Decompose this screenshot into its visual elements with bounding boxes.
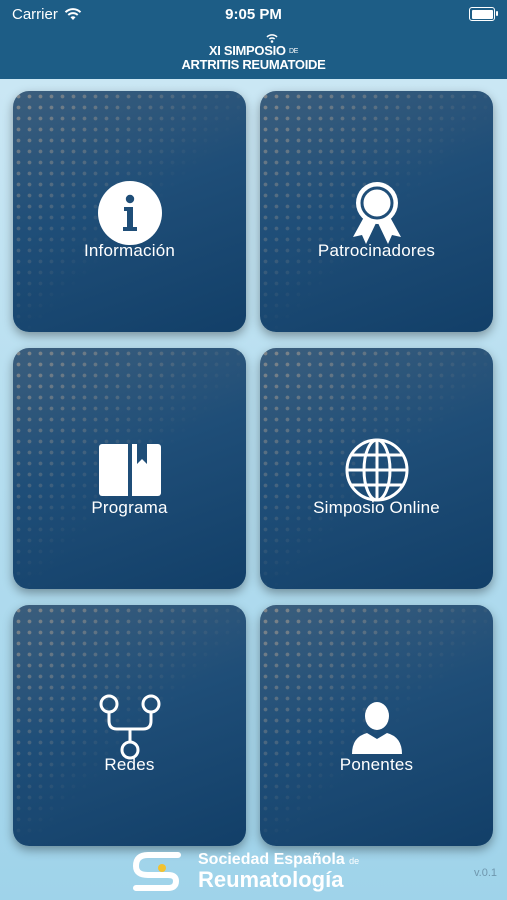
version-label: v.0.1 <box>473 867 497 879</box>
header-title-line2: ARTRITIS REUMATOIDE <box>181 57 326 72</box>
person-icon <box>351 702 402 754</box>
header-title-text: XI SIMPOSIO <box>208 43 286 58</box>
info-icon <box>97 181 162 245</box>
ser-logo-icon <box>132 852 181 891</box>
tile-label: Ponentes <box>339 755 414 774</box>
footer: Sociedad Española de Reumatología v.0.1 <box>0 845 507 900</box>
tile-label: Patrocinadores <box>317 241 436 260</box>
app-header: XI SIMPOSIO DE ARTRITIS REUMATOIDE <box>0 30 507 79</box>
network-icon <box>99 694 160 760</box>
tile-redes[interactable]: Redes <box>13 605 246 846</box>
battery-icon <box>469 7 498 21</box>
header-title-suffix: DE <box>289 48 299 56</box>
status-bar: Carrier 9:05 PM <box>0 0 507 30</box>
header-title-line1: XI SIMPOSIO DE <box>0 43 507 58</box>
org-name-line2: Reumatología <box>198 867 344 892</box>
clock: 9:05 PM <box>225 6 282 23</box>
tile-programa[interactable]: Programa <box>13 348 246 589</box>
tile-ponentes[interactable]: Ponentes <box>260 605 493 846</box>
globe-icon <box>345 438 408 502</box>
award-ribbon-icon <box>352 182 401 244</box>
tile-simposio-online[interactable]: Simposio Online <box>260 348 493 589</box>
org-name-suffix: de <box>349 856 360 866</box>
org-name-text: Sociedad Española <box>198 851 345 868</box>
book-icon <box>98 444 161 496</box>
tile-label: Programa <box>91 498 168 517</box>
tile-label: Información <box>83 241 176 260</box>
tile-informacion[interactable]: Información <box>13 91 246 332</box>
tile-label: Simposio Online <box>313 498 440 517</box>
tile-label: Redes <box>104 755 155 774</box>
tile-patrocinadores[interactable]: Patrocinadores <box>260 91 493 332</box>
